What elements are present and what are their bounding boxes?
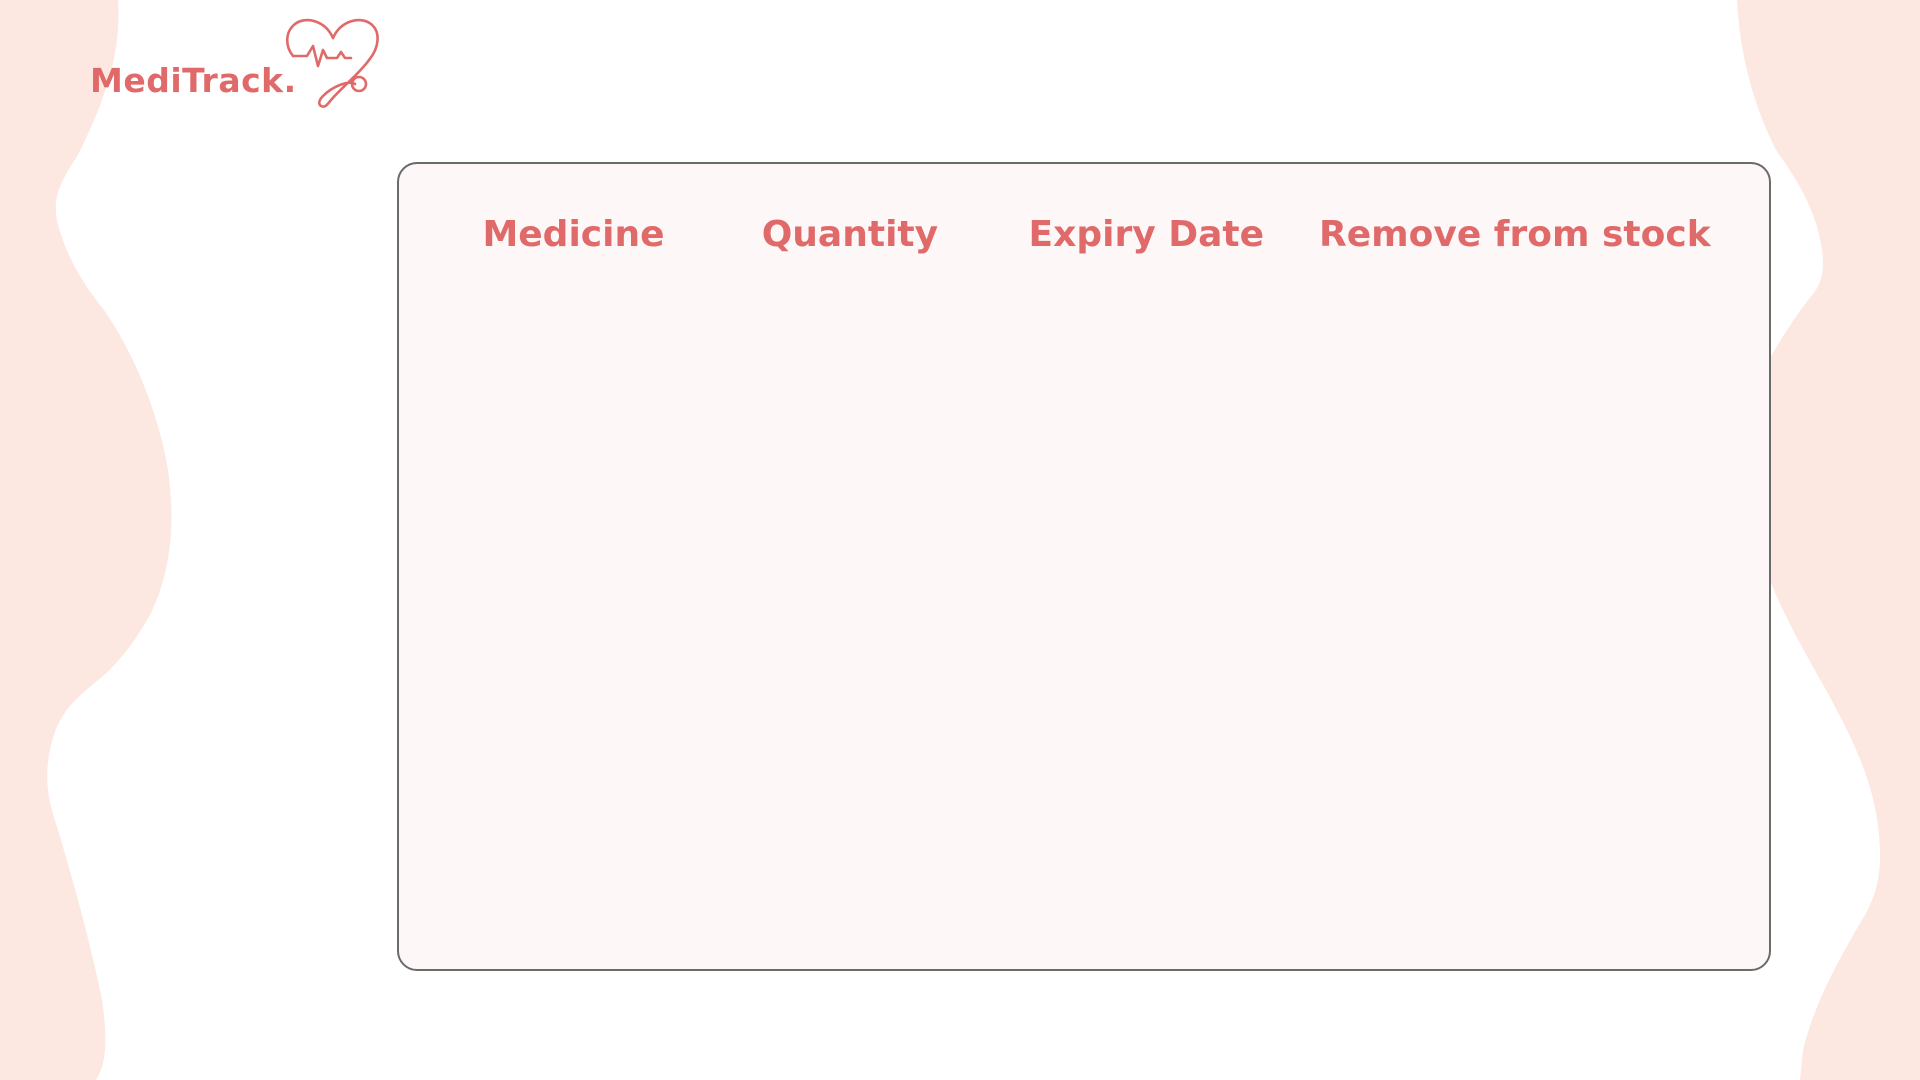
table-body: [399, 304, 1769, 964]
column-header-remove-from-stock[interactable]: Remove from stock: [1301, 214, 1729, 255]
logo-text: MediTrack.: [90, 61, 297, 100]
app-logo[interactable]: MediTrack.: [90, 8, 380, 113]
column-header-expiry-date[interactable]: Expiry Date: [992, 214, 1301, 255]
table-header: Medicine Quantity Expiry Date Remove fro…: [399, 164, 1769, 304]
column-header-quantity[interactable]: Quantity: [708, 214, 992, 255]
left-blob-shape: [0, 0, 172, 1080]
column-header-medicine[interactable]: Medicine: [439, 214, 708, 255]
heartbeat-stethoscope-icon: [285, 18, 379, 108]
stock-table-panel: Medicine Quantity Expiry Date Remove fro…: [397, 162, 1771, 971]
